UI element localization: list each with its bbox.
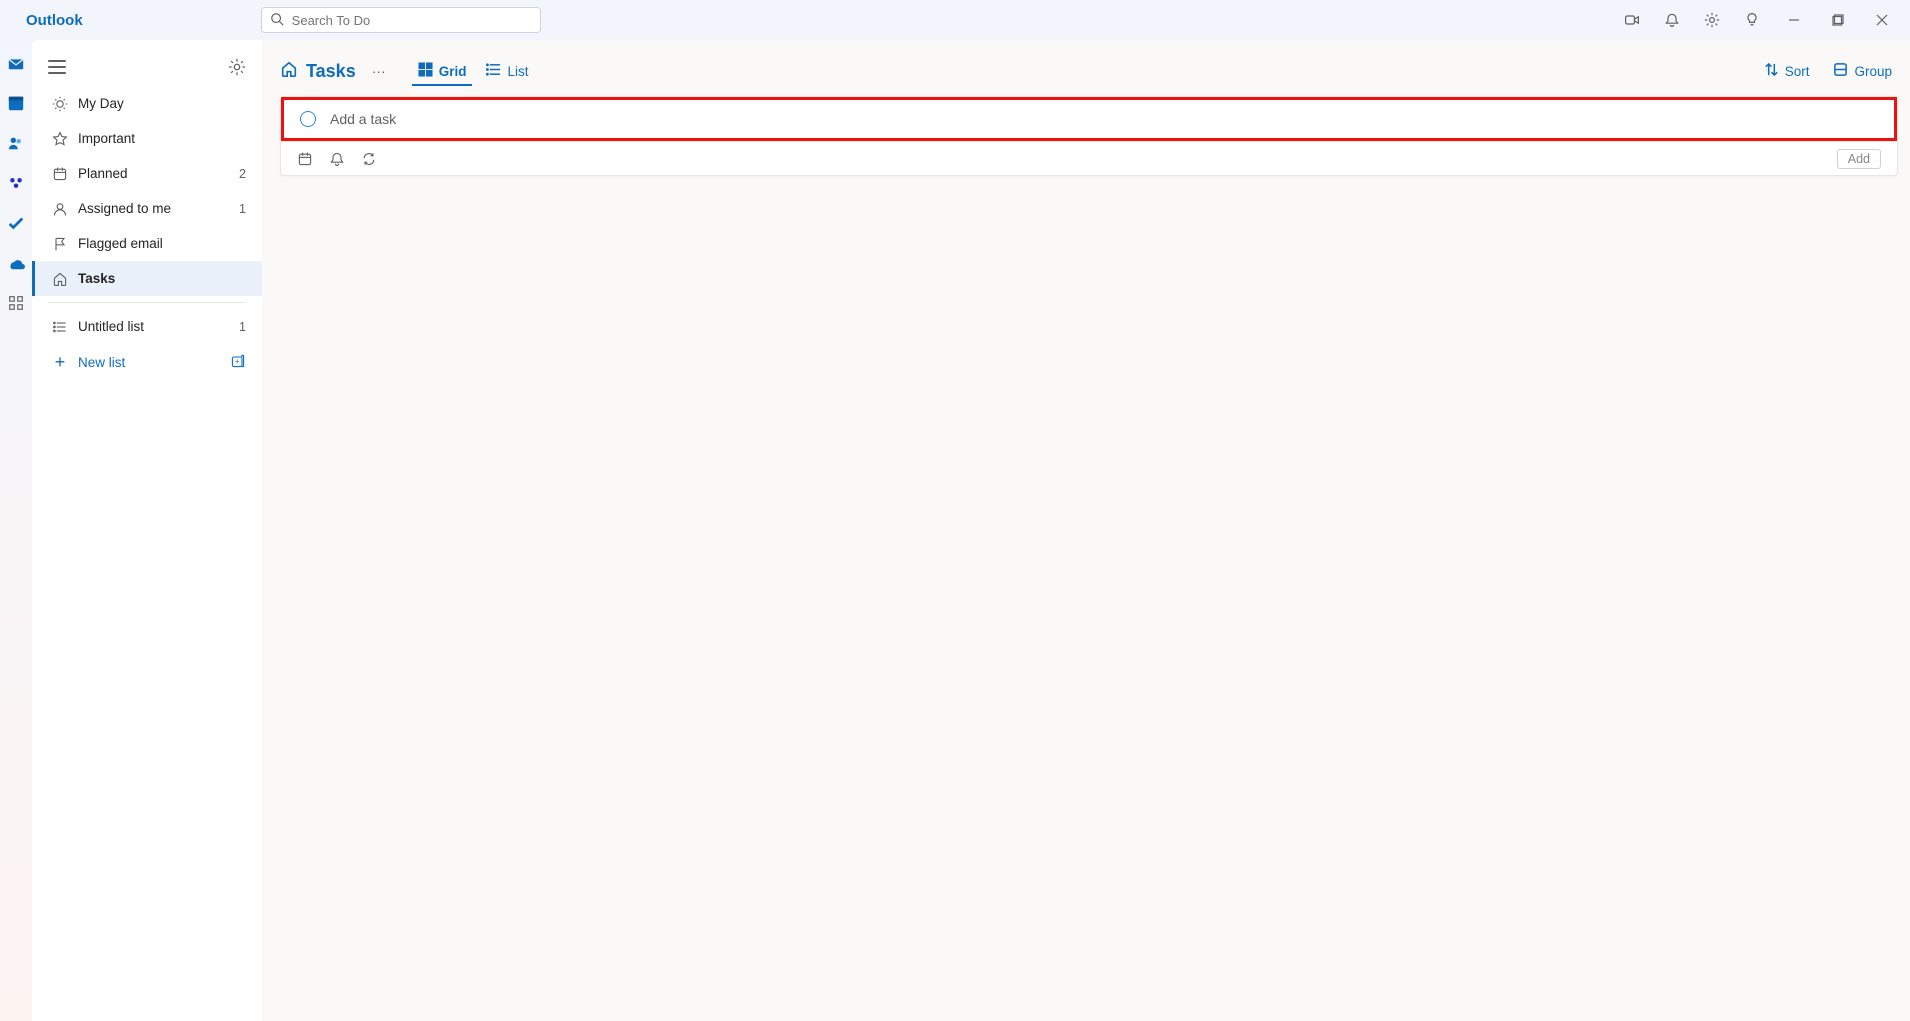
sidebar-item-flagged[interactable]: Flagged email [32,226,262,261]
sidebar-item-count: 1 [239,202,246,216]
search-input[interactable] [292,13,532,28]
sidebar-item-label: My Day [78,96,246,111]
tips-icon[interactable] [1734,2,1770,38]
sidebar-item-label: Tasks [78,271,246,286]
window-maximize-button[interactable] [1818,2,1858,38]
group-label: Group [1854,64,1892,79]
rail-todo-icon[interactable] [5,212,27,234]
search-box[interactable] [261,7,541,33]
rail-onedrive-icon[interactable] [5,252,27,274]
list-icon [486,62,501,80]
home-icon [280,60,298,83]
meet-now-icon[interactable] [1614,2,1650,38]
sort-button[interactable]: Sort [1758,58,1816,84]
person-icon [48,201,72,217]
sun-icon [48,96,72,112]
app-name: Outlook [8,12,101,29]
new-list-label: New list [78,355,230,370]
sidebar-separator [48,302,246,303]
window-minimize-button[interactable] [1774,2,1814,38]
window-close-button[interactable] [1862,2,1902,38]
sidebar-item-count: 2 [239,167,246,181]
due-date-icon[interactable] [297,151,313,167]
title-buttons [1614,2,1902,38]
star-icon [48,131,72,147]
titlebar: Outlook [0,0,1910,40]
notifications-icon[interactable] [1654,2,1690,38]
rail-people-icon[interactable] [5,132,27,154]
add-task-input[interactable] [330,111,1878,127]
sidebar-item-assigned[interactable]: Assigned to me 1 [32,191,262,226]
sidebar-nav: My Day Important Planned 2 Assigned to m… [32,86,262,380]
page-title: Tasks [280,60,356,83]
sidebar-item-label: Important [78,131,246,146]
view-tab-list[interactable]: List [480,56,534,86]
view-tab-label: List [507,64,528,79]
add-task-row[interactable] [281,97,1897,141]
reminder-icon[interactable] [329,151,345,167]
sort-label: Sort [1785,64,1810,79]
add-task-card: Add [280,96,1898,176]
search-icon [270,12,292,29]
flag-icon [48,236,72,252]
sidebar-item-myday[interactable]: My Day [32,86,262,121]
rail-mail-icon[interactable] [5,52,27,74]
home-icon [48,271,72,287]
view-tabs: Grid List [412,56,535,86]
sidebar-item-label: Flagged email [78,236,246,251]
rail-more-apps-icon[interactable] [5,292,27,314]
view-tab-label: Grid [439,64,467,79]
new-list-button[interactable]: + New list + [32,344,262,380]
rail-calendar-icon[interactable] [5,92,27,114]
calendar-icon [48,166,72,182]
app-rail [0,40,32,1021]
sidebar-list-label: Untitled list [78,319,239,334]
more-options-button[interactable]: ··· [368,63,390,79]
sidebar-item-label: Assigned to me [78,201,239,216]
list-icon [48,319,72,335]
sidebar-item-planned[interactable]: Planned 2 [32,156,262,191]
plus-icon: + [48,352,72,373]
main-content: Tasks ··· Grid List Sort Group [262,40,1910,1021]
view-tab-grid[interactable]: Grid [412,56,473,86]
sidebar-item-important[interactable]: Important [32,121,262,156]
sidebar: My Day Important Planned 2 Assigned to m… [32,40,262,1021]
add-button[interactable]: Add [1837,149,1881,169]
task-radio-icon[interactable] [300,111,316,127]
repeat-icon[interactable] [361,151,377,167]
svg-text:+: + [235,357,240,366]
add-task-options: Add [281,141,1897,175]
sidebar-settings-icon[interactable] [228,58,246,76]
grid-icon [418,62,433,80]
main-header: Tasks ··· Grid List Sort Group [280,46,1898,96]
new-group-icon[interactable]: + [230,353,246,372]
hamburger-menu-icon[interactable] [48,60,66,74]
group-button[interactable]: Group [1827,58,1898,84]
sidebar-item-tasks[interactable]: Tasks [32,261,262,296]
sidebar-list-count: 1 [239,320,246,334]
rail-groups-icon[interactable] [5,172,27,194]
group-icon [1833,62,1848,80]
sort-icon [1764,62,1779,80]
sidebar-item-label: Planned [78,166,239,181]
settings-icon[interactable] [1694,2,1730,38]
page-title-text: Tasks [306,61,356,82]
sidebar-list-item[interactable]: Untitled list 1 [32,309,262,344]
